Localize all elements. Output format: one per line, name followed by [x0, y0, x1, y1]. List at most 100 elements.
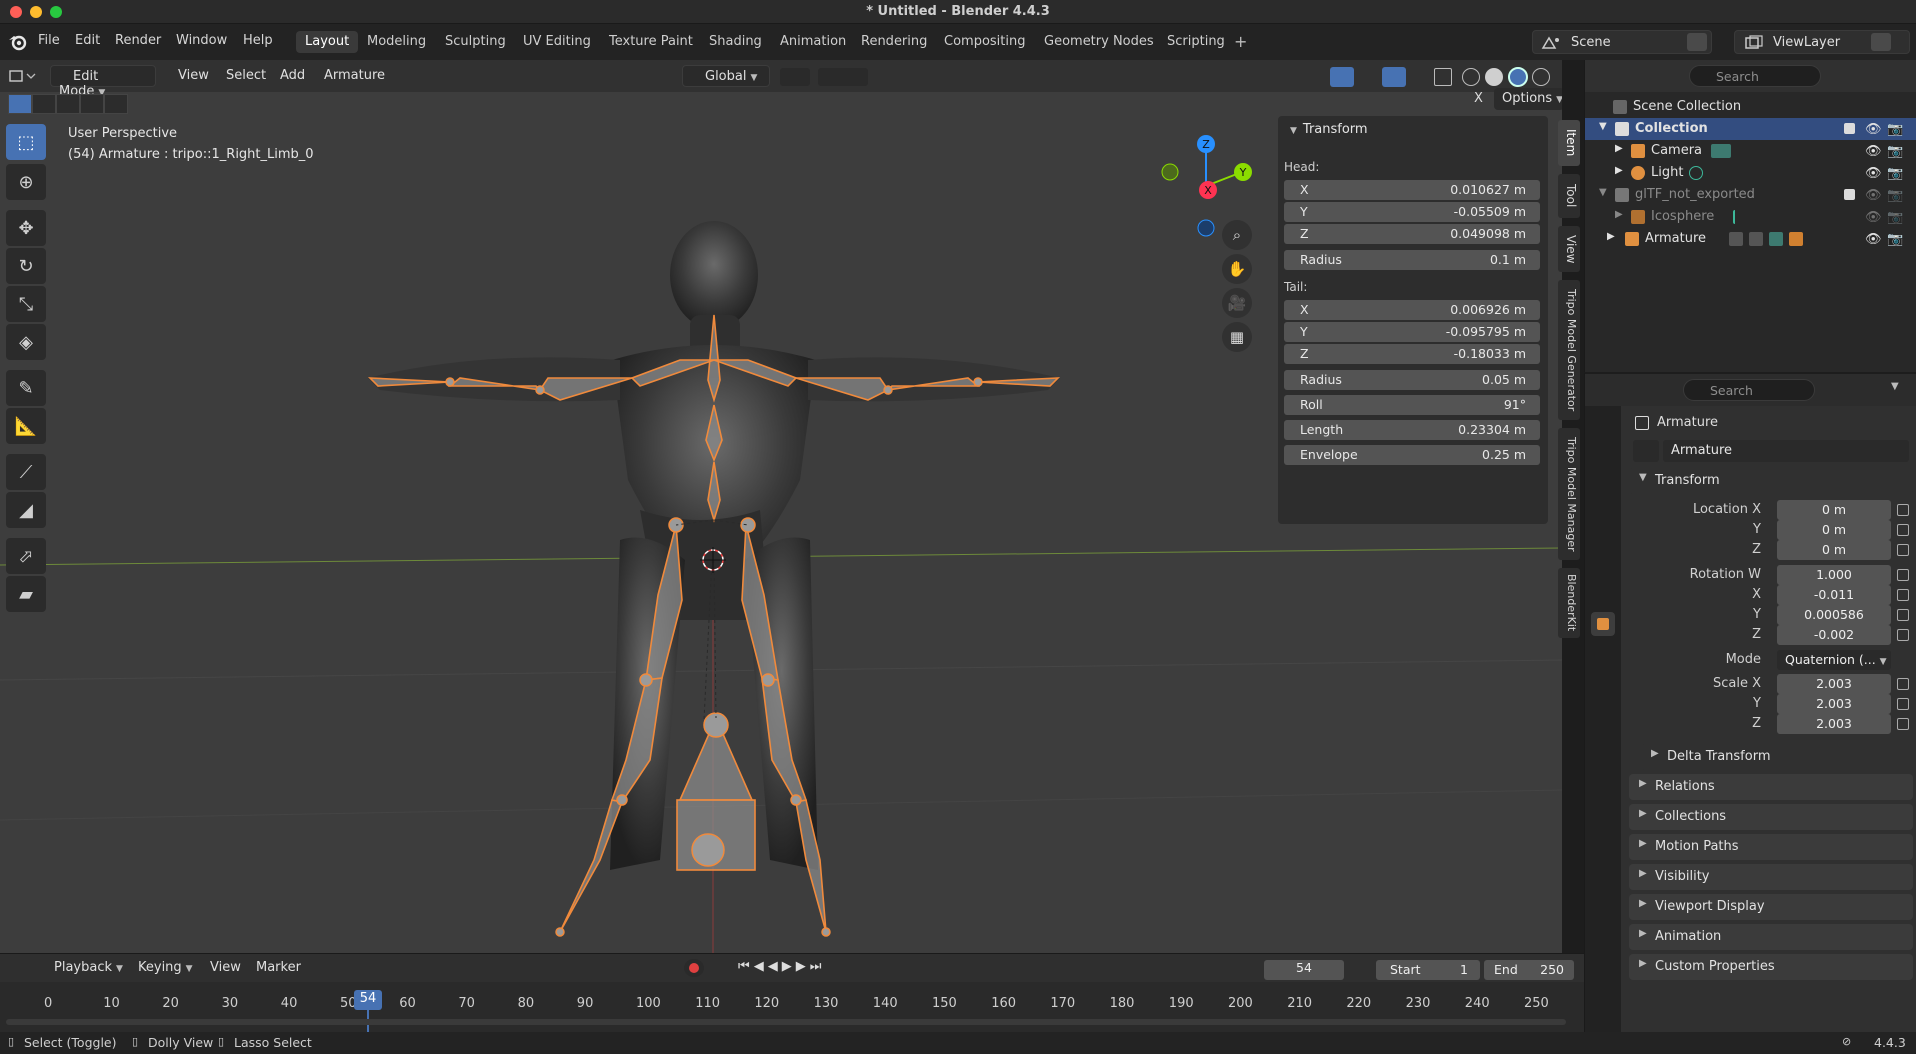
outliner-search-input[interactable]: Search	[1689, 65, 1821, 87]
sidebar-tab-tripo-manager[interactable]: Tripo Model Manager	[1558, 428, 1580, 560]
envelope-tool-icon[interactable]: ▰	[6, 576, 46, 612]
tail-x-field[interactable]: X 0.006926 m	[1284, 300, 1540, 320]
location-z-field[interactable]: 0 m	[1777, 540, 1891, 560]
armature-data-tab-icon[interactable]	[1591, 690, 1615, 714]
extrude-tool-icon[interactable]: ⬀	[6, 538, 46, 574]
menu-render[interactable]: Render	[115, 33, 161, 48]
workspace-tab-texture-paint[interactable]: Texture Paint	[600, 31, 702, 53]
eye-icon[interactable]: 👁	[1865, 232, 1882, 247]
mesh-child-icon[interactable]	[1789, 232, 1803, 246]
lock-icon[interactable]	[1897, 589, 1909, 601]
workspace-tab-animation[interactable]: Animation	[771, 31, 855, 53]
outliner-row-gltf-not-exported[interactable]: ▼ glTF_not_exported 👁 📷	[1585, 184, 1916, 206]
tail-y-field[interactable]: Y -0.095795 m	[1284, 322, 1540, 342]
keying-menu[interactable]: Keying ▼	[130, 957, 201, 979]
shading-rendered-icon[interactable]	[1532, 68, 1550, 86]
head-x-field[interactable]: X 0.010627 m	[1284, 180, 1540, 200]
new-collection-icon[interactable]	[1891, 67, 1909, 85]
workspace-tab-geometry-nodes[interactable]: Geometry Nodes	[1035, 31, 1163, 53]
lock-icon[interactable]	[1897, 569, 1909, 581]
tool-settings-icon[interactable]	[1450, 88, 1472, 110]
tool-tab-icon[interactable]	[1591, 414, 1615, 438]
playback-menu[interactable]: Playback ▼	[46, 957, 131, 979]
exclude-checkbox[interactable]	[1844, 123, 1855, 134]
transform-orientation-dropdown[interactable]: Global ▼	[682, 65, 770, 87]
cursor-tool-icon[interactable]: ⊕	[6, 164, 46, 200]
eye-icon[interactable]: 👁	[1865, 122, 1882, 137]
workspace-tab-compositing[interactable]: Compositing	[935, 31, 1035, 53]
rotation-w-field[interactable]: 1.000	[1777, 565, 1891, 585]
outliner-row-light[interactable]: ▶ Light 👁 📷	[1585, 162, 1916, 184]
outliner-row-scene-collection[interactable]: Scene Collection	[1585, 96, 1916, 118]
select-box-tool-icon[interactable]: ⬚	[6, 124, 46, 160]
outliner-row-camera[interactable]: ▶ Camera 👁 📷	[1585, 140, 1916, 162]
camera-render-icon[interactable]: 📷	[1887, 122, 1903, 137]
rotation-y-field[interactable]: 0.000586	[1777, 605, 1891, 625]
annotate-tool-icon[interactable]: ✎	[6, 370, 46, 406]
location-y-field[interactable]: 0 m	[1777, 520, 1891, 540]
camera-render-icon[interactable]: 📷	[1887, 188, 1903, 203]
lock-icon[interactable]	[1897, 678, 1909, 690]
move-tool-icon[interactable]: ✥	[6, 210, 46, 246]
end-frame-field[interactable]: End 250	[1484, 960, 1574, 980]
shading-material-icon[interactable]	[1508, 67, 1528, 87]
pin-icon[interactable]	[1895, 415, 1909, 429]
outliner-editor-type-icon[interactable]	[1595, 67, 1623, 85]
menu-file[interactable]: File	[38, 33, 60, 48]
roll-field[interactable]: Roll 91°	[1284, 395, 1540, 415]
3d-viewport[interactable]: Edit Mode ▼ View Select Add Armature Glob…	[0, 60, 1562, 953]
np-transform-header[interactable]: ▼ Transform	[1286, 122, 1368, 137]
viewport-menu-view[interactable]: View	[170, 65, 217, 87]
workspace-tab-shading[interactable]: Shading	[700, 31, 771, 53]
pivot-point-icon[interactable]	[780, 68, 810, 86]
tail-z-field[interactable]: Z -0.18033 m	[1284, 344, 1540, 364]
workspace-tab-scripting[interactable]: Scripting	[1158, 31, 1234, 53]
eye-icon[interactable]: 👁	[1865, 166, 1882, 181]
bone-size-tool-icon[interactable]: ◢	[6, 492, 46, 528]
playhead[interactable]: 54	[354, 990, 382, 1010]
camera-render-icon[interactable]: 📷	[1887, 210, 1903, 225]
bone-tab-icon[interactable]	[1591, 716, 1615, 740]
select-mode-intersect-icon[interactable]	[104, 94, 128, 114]
select-mode-subtract-icon[interactable]	[56, 94, 80, 114]
viewport-menu-add[interactable]: Add	[272, 65, 313, 87]
scale-x-field[interactable]: 2.003	[1777, 674, 1891, 694]
current-frame-field[interactable]: 54	[1264, 960, 1344, 980]
roll-tool-icon[interactable]: ⟋	[6, 454, 46, 490]
lock-icon[interactable]	[1897, 524, 1909, 536]
workspace-tab-layout[interactable]: Layout	[296, 31, 359, 53]
gizmo-neg-y-axis[interactable]	[1161, 163, 1179, 181]
scale-z-field[interactable]: 2.003	[1777, 714, 1891, 734]
sidebar-tab-tool[interactable]: Tool	[1558, 174, 1580, 218]
output-tab-icon[interactable]	[1591, 470, 1615, 494]
visibility-icon[interactable]	[1292, 68, 1312, 86]
zoom-icon[interactable]: ⌕	[1222, 220, 1252, 250]
workspace-tab-rendering[interactable]: Rendering	[852, 31, 936, 53]
lock-icon[interactable]	[1897, 698, 1909, 710]
eye-icon[interactable]: 👁	[1865, 188, 1882, 203]
workspace-tab-uv-editing[interactable]: UV Editing	[514, 31, 600, 53]
chevron-down-icon[interactable]: ▼	[1891, 381, 1899, 392]
world-tab-icon[interactable]	[1591, 548, 1615, 572]
menu-edit[interactable]: Edit	[75, 33, 100, 48]
timeline-scrollbar[interactable]	[6, 1019, 1566, 1025]
options-dropdown[interactable]: Options ▼	[1494, 88, 1562, 110]
timeline-view-menu[interactable]: View	[202, 957, 249, 979]
armature-data-icon[interactable]	[1769, 232, 1783, 246]
scale-tool-icon[interactable]: ⤡	[6, 286, 46, 322]
rotation-mode-dropdown[interactable]: Quaternion (... ▼	[1777, 650, 1891, 670]
pose-icon[interactable]	[1749, 232, 1763, 246]
editor-type-icon[interactable]	[8, 68, 36, 84]
start-frame-field[interactable]: Start 1	[1376, 960, 1480, 980]
workspace-tab-modeling[interactable]: Modeling	[358, 31, 435, 53]
mesh-data-icon[interactable]	[1733, 210, 1747, 224]
camera-render-icon[interactable]: 📷	[1887, 232, 1903, 247]
sidebar-tab-blenderkit[interactable]: BlenderKit	[1558, 568, 1580, 638]
select-mode-extend-icon[interactable]	[32, 94, 56, 114]
lock-icon[interactable]	[1897, 504, 1909, 516]
record-button[interactable]	[684, 959, 704, 977]
gizmo-neg-z-axis[interactable]	[1197, 219, 1215, 237]
display-mode-icon[interactable]	[1635, 67, 1663, 85]
eye-icon[interactable]: 👁	[1865, 210, 1882, 225]
motion-paths-panel[interactable]: ▶ Motion Paths	[1629, 834, 1913, 860]
